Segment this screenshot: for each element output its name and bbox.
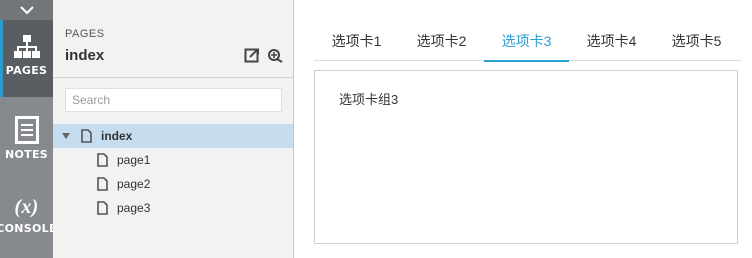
- tree-item-page3[interactable]: page3: [53, 196, 293, 220]
- rail-tab-pages[interactable]: PAGES: [0, 20, 53, 97]
- tab-3[interactable]: 选项卡3: [484, 20, 569, 62]
- rail-label-console: CONSOLE: [0, 222, 57, 235]
- tab-5[interactable]: 选项卡5: [654, 20, 739, 61]
- page-tree: index page1 page2 page3: [53, 124, 293, 220]
- tab-panel-content: 选项卡组3: [339, 92, 399, 107]
- rail-label-pages: PAGES: [5, 64, 48, 77]
- page-icon: [97, 177, 108, 191]
- search-input[interactable]: [65, 88, 282, 112]
- tab-1[interactable]: 选项卡1: [314, 20, 399, 61]
- chevron-down-icon: [19, 6, 34, 15]
- pages-panel-header: PAGES index: [53, 0, 293, 78]
- left-rail: PAGES NOTES (x) CONSOLE: [0, 0, 56, 258]
- page-icon: [97, 201, 108, 215]
- sitemap-icon: [13, 35, 40, 58]
- tab-2[interactable]: 选项卡2: [399, 20, 484, 61]
- collapse-rail-button[interactable]: [0, 0, 53, 20]
- tab-panel: 选项卡组3: [314, 70, 738, 244]
- rail-tab-notes[interactable]: NOTES: [0, 110, 53, 170]
- tab-bar: 选项卡1 选项卡2 选项卡3 选项卡4 选项卡5: [314, 20, 741, 62]
- add-page-icon[interactable]: [267, 47, 283, 63]
- tree-item-page2[interactable]: page2: [53, 172, 293, 196]
- page-icon: [81, 129, 92, 143]
- tree-item-label: page1: [117, 153, 151, 167]
- expand-caret-icon[interactable]: [62, 133, 70, 139]
- tree-item-label: index: [101, 129, 133, 143]
- tree-item-index[interactable]: index: [53, 124, 293, 148]
- fx-icon: (x): [14, 196, 39, 218]
- notes-icon: [14, 116, 39, 144]
- tree-item-page1[interactable]: page1: [53, 148, 293, 172]
- page-icon: [97, 153, 108, 167]
- panel-caption: PAGES: [65, 28, 105, 40]
- tree-item-label: page3: [117, 201, 151, 215]
- rail-tab-console[interactable]: (x) CONSOLE: [0, 190, 56, 250]
- rail-label-notes: NOTES: [5, 148, 48, 161]
- tab-4[interactable]: 选项卡4: [569, 20, 654, 61]
- pages-panel: PAGES index index page1: [53, 0, 294, 258]
- export-icon[interactable]: [244, 47, 260, 63]
- search-box: [65, 88, 282, 112]
- tree-item-label: page2: [117, 177, 151, 191]
- panel-title: index: [65, 47, 105, 64]
- canvas-area: 选项卡1 选项卡2 选项卡3 选项卡4 选项卡5 选项卡组3: [294, 0, 752, 258]
